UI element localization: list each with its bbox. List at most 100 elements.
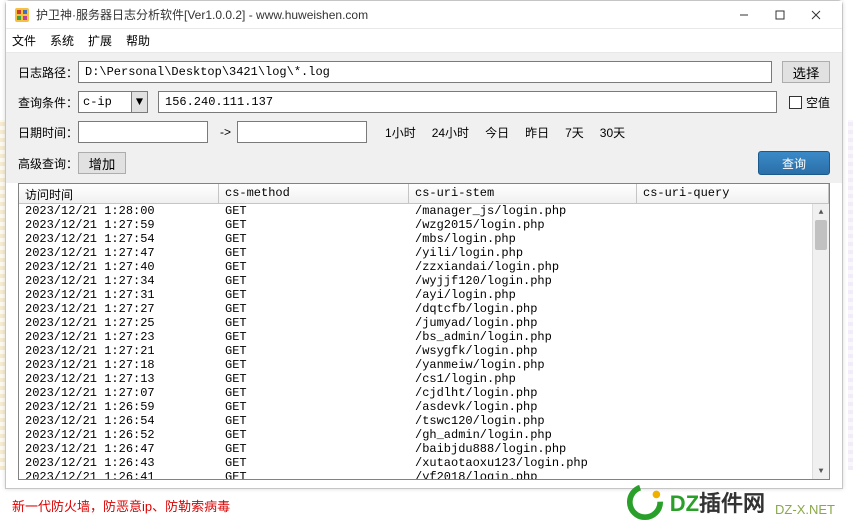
cell-query [637, 274, 829, 288]
table-row[interactable]: 2023/12/21 1:27:47GET/yili/login.php [19, 246, 829, 260]
chevron-down-icon: ▼ [131, 92, 147, 112]
cell-stem: /gh_admin/login.php [409, 428, 637, 442]
cell-query [637, 204, 829, 218]
criteria-field-combo[interactable]: c-ip ▼ [78, 91, 148, 113]
table-row[interactable]: 2023/12/21 1:26:59GET/asdevk/login.php [19, 400, 829, 414]
row-advanced: 高级查询： 增加 查询 [18, 151, 830, 175]
cell-stem: /wsygfk/login.php [409, 344, 637, 358]
table-row[interactable]: 2023/12/21 1:26:43GET/xutaotaoxu123/logi… [19, 456, 829, 470]
col-header-time[interactable]: 访问时间 [19, 184, 219, 203]
cell-time: 2023/12/21 1:27:34 [19, 274, 219, 288]
scroll-up-icon[interactable]: ▲ [813, 204, 829, 220]
right-edge-decoration [848, 120, 853, 470]
app-window: 护卫神·服务器日志分析软件[Ver1.0.0.2] - www.huweishe… [5, 0, 843, 489]
time-24hour[interactable]: 24小时 [432, 124, 469, 141]
menu-help[interactable]: 帮助 [126, 32, 150, 49]
criteria-value-input[interactable] [158, 91, 777, 113]
table-row[interactable]: 2023/12/21 1:27:21GET/wsygfk/login.php [19, 344, 829, 358]
cell-query [637, 414, 829, 428]
table-row[interactable]: 2023/12/21 1:27:40GET/zzxiandai/login.ph… [19, 260, 829, 274]
table-row[interactable]: 2023/12/21 1:27:31GET/ayi/login.php [19, 288, 829, 302]
close-button[interactable] [798, 3, 834, 27]
cell-method: GET [219, 316, 409, 330]
cell-time: 2023/12/21 1:27:13 [19, 372, 219, 386]
null-checkbox-label: 空值 [806, 94, 830, 111]
menu-file[interactable]: 文件 [12, 32, 36, 49]
maximize-button[interactable] [762, 3, 798, 27]
table-row[interactable]: 2023/12/21 1:27:59GET/wzg2015/login.php [19, 218, 829, 232]
table-row[interactable]: 2023/12/21 1:27:27GET/dqtcfb/login.php [19, 302, 829, 316]
table-row[interactable]: 2023/12/21 1:26:47GET/baibjdu888/login.p… [19, 442, 829, 456]
cell-query [637, 344, 829, 358]
cell-time: 2023/12/21 1:27:21 [19, 344, 219, 358]
table-row[interactable]: 2023/12/21 1:27:23GET/bs_admin/login.php [19, 330, 829, 344]
window-title: 护卫神·服务器日志分析软件[Ver1.0.0.2] - www.huweishe… [36, 6, 726, 23]
table-row[interactable]: 2023/12/21 1:26:41GET/yf2018/login.php [19, 470, 829, 479]
row-date: 日期时间： -> 1小时 24小时 今日 昨日 7天 30天 [18, 121, 830, 143]
time-yesterday[interactable]: 昨日 [525, 124, 549, 141]
table-row[interactable]: 2023/12/21 1:27:07GET/cjdlht/login.php [19, 386, 829, 400]
cell-method: GET [219, 470, 409, 479]
cell-time: 2023/12/21 1:27:47 [19, 246, 219, 260]
add-criteria-button[interactable]: 增加 [78, 152, 126, 174]
cell-time: 2023/12/21 1:27:54 [19, 232, 219, 246]
table-row[interactable]: 2023/12/21 1:27:54GET/mbs/login.php [19, 232, 829, 246]
log-path-label: 日志路径： [18, 64, 78, 81]
minimize-button[interactable] [726, 3, 762, 27]
cell-time: 2023/12/21 1:26:54 [19, 414, 219, 428]
cell-stem: /wzg2015/login.php [409, 218, 637, 232]
time-30days[interactable]: 30天 [600, 124, 625, 141]
menu-system[interactable]: 系统 [50, 32, 74, 49]
cell-method: GET [219, 372, 409, 386]
table-row[interactable]: 2023/12/21 1:27:13GET/cs1/login.php [19, 372, 829, 386]
cell-stem: /mbs/login.php [409, 232, 637, 246]
watermark: DZ插件网 DZ-X.NET [626, 483, 835, 521]
cell-stem: /cs1/login.php [409, 372, 637, 386]
cell-time: 2023/12/21 1:28:00 [19, 204, 219, 218]
time-today[interactable]: 今日 [485, 124, 509, 141]
table-row[interactable]: 2023/12/21 1:28:00GET/manager_js/login.p… [19, 204, 829, 218]
null-checkbox[interactable] [789, 96, 802, 109]
cell-method: GET [219, 414, 409, 428]
table-row[interactable]: 2023/12/21 1:27:34GET/wyjjf120/login.php [19, 274, 829, 288]
cell-method: GET [219, 442, 409, 456]
log-path-input[interactable] [78, 61, 772, 83]
results-table: 访问时间 cs-method cs-uri-stem cs-uri-query … [18, 183, 830, 480]
cell-query [637, 470, 829, 479]
menu-extend[interactable]: 扩展 [88, 32, 112, 49]
table-row[interactable]: 2023/12/21 1:26:52GET/gh_admin/login.php [19, 428, 829, 442]
criteria-label: 查询条件： [18, 94, 78, 111]
cell-method: GET [219, 204, 409, 218]
table-row[interactable]: 2023/12/21 1:27:25GET/jumyad/login.php [19, 316, 829, 330]
select-path-button[interactable]: 选择 [782, 61, 830, 83]
cell-query [637, 246, 829, 260]
cell-query [637, 330, 829, 344]
cell-stem: /wyjjf120/login.php [409, 274, 637, 288]
window-controls [726, 3, 834, 27]
scrollbar-thumb[interactable] [815, 220, 827, 250]
col-header-query[interactable]: cs-uri-query [637, 184, 829, 203]
table-row[interactable]: 2023/12/21 1:26:54GET/tswc120/login.php [19, 414, 829, 428]
table-row[interactable]: 2023/12/21 1:27:18GET/yanmeiw/login.php [19, 358, 829, 372]
col-header-stem[interactable]: cs-uri-stem [409, 184, 637, 203]
cell-method: GET [219, 274, 409, 288]
null-checkbox-wrap[interactable]: 空值 [789, 94, 830, 111]
time-1hour[interactable]: 1小时 [385, 124, 416, 141]
date-from-input[interactable] [78, 121, 208, 143]
cell-stem: /ayi/login.php [409, 288, 637, 302]
date-to-input[interactable] [237, 121, 367, 143]
date-arrow: -> [220, 125, 231, 139]
col-header-method[interactable]: cs-method [219, 184, 409, 203]
cell-stem: /yf2018/login.php [409, 470, 637, 479]
cell-method: GET [219, 344, 409, 358]
cell-stem: /yanmeiw/login.php [409, 358, 637, 372]
cell-time: 2023/12/21 1:27:40 [19, 260, 219, 274]
cell-query [637, 386, 829, 400]
query-button[interactable]: 查询 [758, 151, 830, 175]
watermark-brand: DZ插件网 [670, 486, 765, 518]
cell-time: 2023/12/21 1:26:41 [19, 470, 219, 479]
cell-method: GET [219, 358, 409, 372]
scroll-down-icon[interactable]: ▼ [813, 463, 829, 479]
time-7days[interactable]: 7天 [565, 124, 584, 141]
vertical-scrollbar[interactable]: ▲ ▼ [812, 204, 829, 479]
